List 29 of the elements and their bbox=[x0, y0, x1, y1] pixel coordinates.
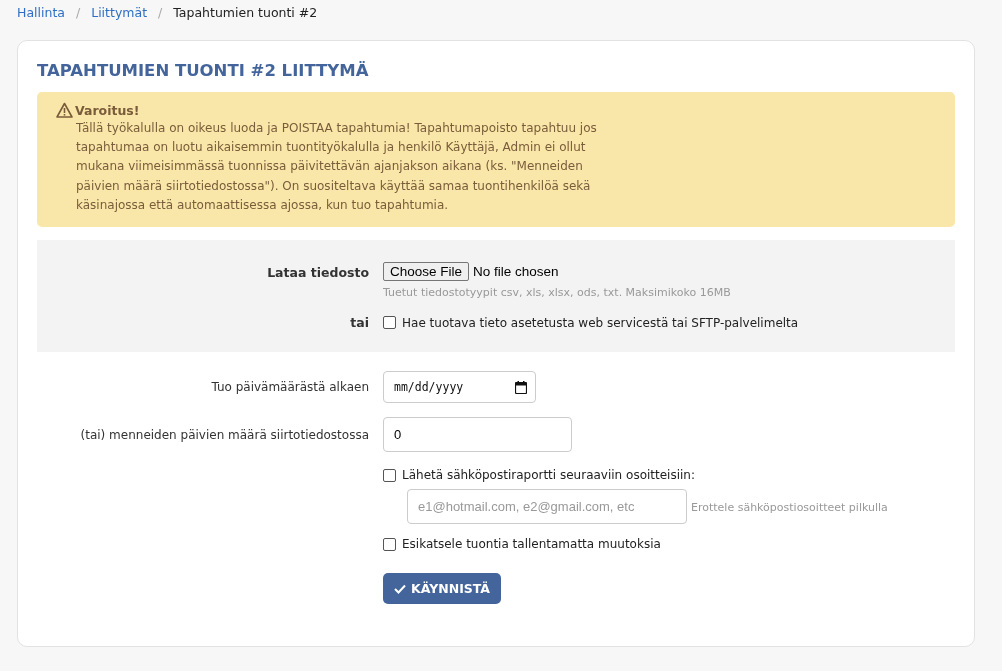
breadcrumb-link[interactable]: Hallinta bbox=[17, 5, 65, 20]
warning-icon bbox=[56, 102, 73, 118]
field-label: tai bbox=[349, 315, 370, 330]
help-text: Erottele sähköpostiosoitteet pilkulla bbox=[691, 501, 888, 514]
field-label: Tuo päivämäärästä alkaen bbox=[210, 380, 370, 394]
field-label: Lataa tiedosto bbox=[266, 264, 370, 282]
warning-text: Tällä työkalulla on oikeus luoda ja POISTAA tapahtumia! Tapahtumapoisto tapahtuu jos tapahtumaa on luotu aikaisemmin tuontityökalulla ja henkilö Käyttäjä, Admin ei ollut mukana viimeisimmässä tuonnissa päivitettävän ajanjakson aikana (ks. "Menneiden päivien määrä siirtotiedostossa"). On suositeltava käyttää samaa tuontihenkilöä sekä käsinajossa että automaattisessa ajossa, kun tuo tapahtumia. bbox=[76, 120, 598, 214]
breadcrumb-current: Tapahtumien tuonti #2 bbox=[173, 5, 318, 20]
field-label: (tai) menneiden päivien määrä siirtotiedostossa bbox=[79, 427, 370, 442]
breadcrumb-separator: / bbox=[75, 5, 81, 20]
checkbox-label: Esikatsele tuontia tallentamatta muutoksia bbox=[402, 537, 661, 551]
help-text: Tuetut tiedostotyypit csv, xls, xlsx, ods, txt. Maksimikoko 16MB bbox=[383, 286, 731, 299]
start-button[interactable]: KÄYNNISTÄ bbox=[383, 573, 502, 604]
choose-file-button[interactable]: Choose File bbox=[383, 262, 470, 281]
checkbox[interactable] bbox=[383, 537, 396, 551]
page-title: TAPAHTUMIEN TUONTI #2 LIITTYMÄ bbox=[37, 61, 370, 80]
check-icon bbox=[394, 583, 406, 594]
date-field[interactable]: mm/dd/yyyy bbox=[383, 371, 536, 403]
calendar-icon bbox=[515, 380, 527, 394]
breadcrumb-separator: / bbox=[158, 5, 163, 20]
email-field[interactable]: e1@hotmail.com, e2@gmail.com, etc bbox=[407, 489, 687, 524]
breadcrumb-link[interactable]: Liittymät bbox=[91, 5, 148, 20]
file-status: No file chosen bbox=[473, 264, 559, 279]
number-field[interactable]: 0 bbox=[383, 417, 572, 452]
checkbox[interactable] bbox=[383, 316, 396, 329]
checkbox-label: Hae tuotava tieto asetetusta web servicestä tai SFTP-palvelimelta bbox=[402, 315, 799, 330]
checkbox[interactable] bbox=[383, 468, 396, 482]
checkbox-label: Lähetä sähköpostiraportti seuraaviin osoitteisiin: bbox=[402, 468, 695, 482]
warning-title: Varoitus! bbox=[75, 102, 140, 118]
